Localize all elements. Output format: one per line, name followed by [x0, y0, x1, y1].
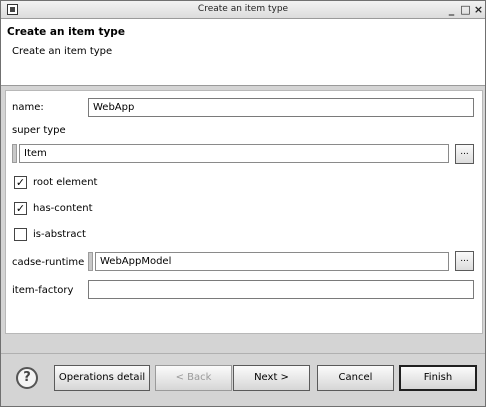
footer-separator — [1, 353, 485, 354]
name-field[interactable]: WebApp — [88, 98, 474, 117]
has-content-checkbox[interactable]: ✓ — [14, 202, 27, 215]
super-type-label: super type — [12, 125, 66, 136]
cadse-runtime-field[interactable]: WebAppModel — [95, 252, 449, 271]
super-type-field[interactable]: Item — [19, 144, 449, 163]
cadse-runtime-decoration — [88, 252, 93, 271]
finish-button[interactable]: Finish — [399, 365, 477, 391]
item-factory-label: item-factory — [12, 285, 74, 296]
title-bar: Create an item type _ □ × — [1, 1, 485, 19]
help-icon[interactable]: ? — [16, 367, 38, 389]
is-abstract-checkbox[interactable] — [14, 228, 27, 241]
cadse-runtime-label: cadse-runtime — [12, 257, 85, 268]
back-button[interactable]: < Back — [155, 365, 232, 391]
item-factory-field[interactable] — [88, 280, 474, 299]
wizard-message: Create an item type — [12, 46, 113, 57]
dialog-window: Create an item type _ □ × Create an item… — [0, 0, 486, 407]
wizard-title: Create an item type — [7, 26, 125, 38]
root-element-checkbox[interactable]: ✓ — [14, 176, 27, 189]
next-button[interactable]: Next > — [233, 365, 310, 391]
maximize-icon[interactable]: □ — [459, 3, 472, 16]
close-icon[interactable]: × — [472, 3, 485, 16]
form-panel: name: WebApp super type Item ... ✓ root … — [5, 90, 483, 334]
minimize-icon[interactable]: _ — [445, 3, 458, 16]
is-abstract-label: is-abstract — [33, 229, 86, 240]
root-element-label: root element — [33, 177, 98, 188]
operations-detail-button[interactable]: Operations detail — [54, 365, 150, 391]
cancel-button[interactable]: Cancel — [317, 365, 394, 391]
cadse-runtime-browse-button[interactable]: ... — [455, 251, 474, 271]
super-type-browse-button[interactable]: ... — [455, 144, 474, 164]
name-label: name: — [12, 102, 44, 113]
window-title: Create an item type — [197, 4, 289, 14]
has-content-label: has-content — [33, 203, 93, 214]
super-type-decoration — [12, 144, 17, 163]
wizard-banner: Create an item type Create an item type — [1, 19, 485, 86]
